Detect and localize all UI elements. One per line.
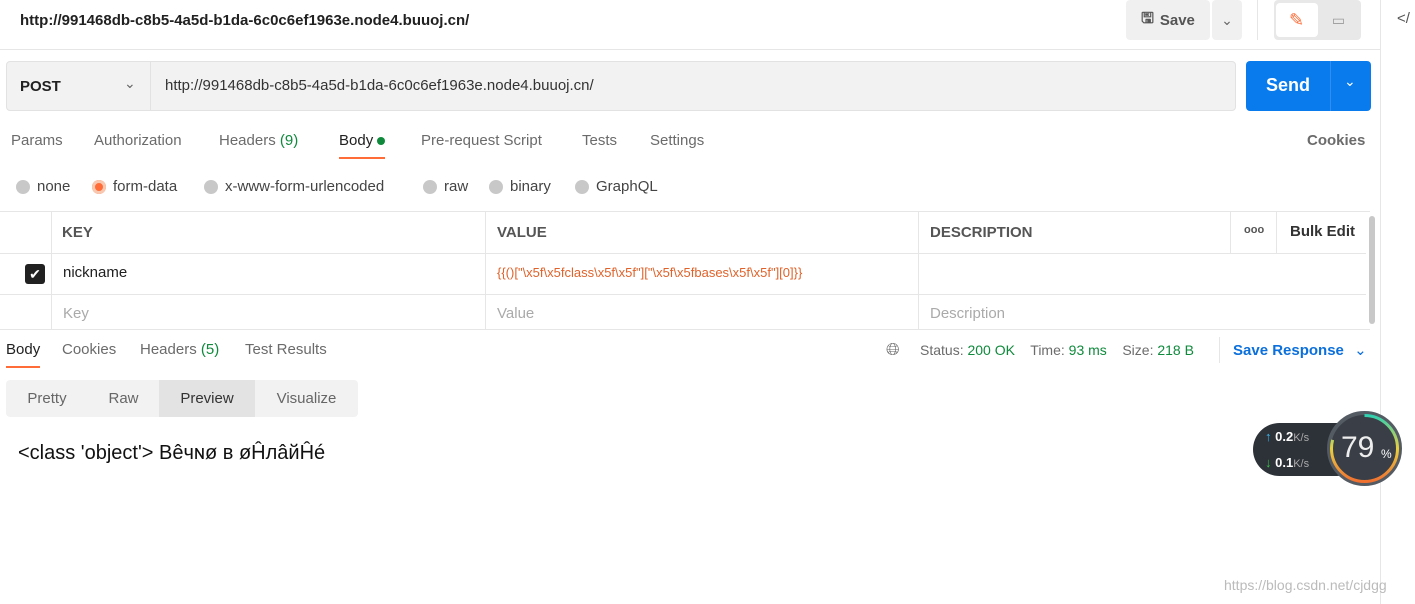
save-button[interactable]: 🖫 Save <box>1126 0 1210 40</box>
save-dropdown-button[interactable]: ⌄ <box>1212 0 1242 40</box>
save-response-button[interactable]: Save Response ⌄ <box>1233 341 1367 359</box>
tab-tests[interactable]: Tests <box>582 132 617 149</box>
radio-graphql[interactable]: GraphQL <box>575 178 658 195</box>
bulk-edit-button[interactable]: Bulk Edit <box>1290 223 1355 240</box>
url-input[interactable]: http://991468db-c8b5-4a5d-b1da-6c0c6ef19… <box>165 77 594 94</box>
request-title: http://991468db-c8b5-4a5d-b1da-6c0c6ef19… <box>20 12 470 29</box>
view-raw[interactable]: Raw <box>88 380 159 417</box>
more-options-icon[interactable]: ooo <box>1244 224 1264 236</box>
new-value-input[interactable]: Value <box>497 305 534 322</box>
key-cell[interactable]: nickname <box>63 264 127 281</box>
status-value: 200 OK <box>967 342 1015 358</box>
modified-dot-icon <box>377 137 386 145</box>
sidebar-divider <box>1380 0 1381 604</box>
chevron-down-icon: ⌄ <box>124 75 136 91</box>
column-header-description: DESCRIPTION <box>930 224 1033 241</box>
radio-raw[interactable]: raw <box>423 178 468 195</box>
top-bar: http://991468db-c8b5-4a5d-b1da-6c0c6ef19… <box>0 0 1380 50</box>
new-description-input[interactable]: Description <box>930 305 1005 322</box>
form-data-table: KEY VALUE DESCRIPTION ooo Bulk Edit ✔ ni… <box>0 211 1375 330</box>
response-tab-body[interactable]: Body <box>6 341 41 368</box>
chevron-down-icon[interactable]: ⌄ <box>1344 73 1356 90</box>
row-checkbox[interactable]: ✔ <box>25 264 45 284</box>
tab-headers[interactable]: Headers (9) <box>219 132 298 149</box>
comment-icon[interactable]: ▭ <box>1318 3 1360 37</box>
send-button[interactable]: Send ⌄ <box>1246 61 1371 111</box>
tab-pre-request-script[interactable]: Pre-request Script <box>421 132 542 149</box>
view-pretty[interactable]: Pretty <box>6 380 88 417</box>
cookies-link[interactable]: Cookies <box>1307 132 1365 149</box>
globe-icon[interactable]: 🌐︎ <box>886 340 900 360</box>
radio-x-www-form-urlencoded[interactable]: x-www-form-urlencoded <box>204 178 384 195</box>
value-cell[interactable]: {{()["\x5f\x5fclass\x5f\x5f"]["\x5f\x5fb… <box>497 265 802 280</box>
view-mode-tabs: Pretty Raw Preview Visualize <box>6 380 358 417</box>
response-preview: <class 'object'> Bêчɴø в øĤлâйĤé <box>18 442 326 464</box>
response-meta: Status: 200 OK Time: 93 ms Size: 218 B <box>920 342 1194 358</box>
radio-none[interactable]: none <box>16 178 70 195</box>
mode-toggle: ✎ ▭ <box>1274 0 1361 40</box>
radio-form-data[interactable]: form-data <box>92 178 177 195</box>
time-value: 93 ms <box>1068 342 1107 358</box>
column-header-value: VALUE <box>497 224 547 241</box>
new-key-input[interactable]: Key <box>63 305 89 322</box>
response-tab-headers[interactable]: Headers (5) <box>140 341 219 358</box>
chevron-down-icon: ⌄ <box>1221 11 1233 28</box>
save-icon: 🖫 <box>1141 9 1154 27</box>
code-icon[interactable]: </ <box>1397 10 1410 27</box>
response-tab-test-results[interactable]: Test Results <box>245 341 327 358</box>
response-tab-cookies[interactable]: Cookies <box>62 341 116 358</box>
watermark: https://blog.csdn.net/cjdgg <box>1224 577 1387 593</box>
view-visualize[interactable]: Visualize <box>255 380 358 417</box>
tab-authorization[interactable]: Authorization <box>94 132 182 149</box>
upload-arrow-icon: ↑ <box>1265 429 1272 444</box>
memory-gauge[interactable]: 79% <box>1327 411 1402 486</box>
tab-body[interactable]: Body <box>339 132 386 159</box>
method-value: POST <box>20 78 61 95</box>
method-select[interactable]: POST ⌄ <box>7 62 151 110</box>
divider <box>1257 0 1258 40</box>
tab-params[interactable]: Params <box>11 132 63 149</box>
view-preview[interactable]: Preview <box>159 380 255 417</box>
tab-settings[interactable]: Settings <box>650 132 704 149</box>
column-header-key: KEY <box>62 224 93 241</box>
download-arrow-icon: ↓ <box>1265 455 1272 470</box>
radio-binary[interactable]: binary <box>489 178 551 195</box>
size-value: 218 B <box>1157 342 1194 358</box>
edit-pencil-icon[interactable]: ✎ <box>1275 3 1318 37</box>
request-bar: POST ⌄ http://991468db-c8b5-4a5d-b1da-6c… <box>6 61 1236 111</box>
scrollbar[interactable] <box>1369 216 1375 324</box>
